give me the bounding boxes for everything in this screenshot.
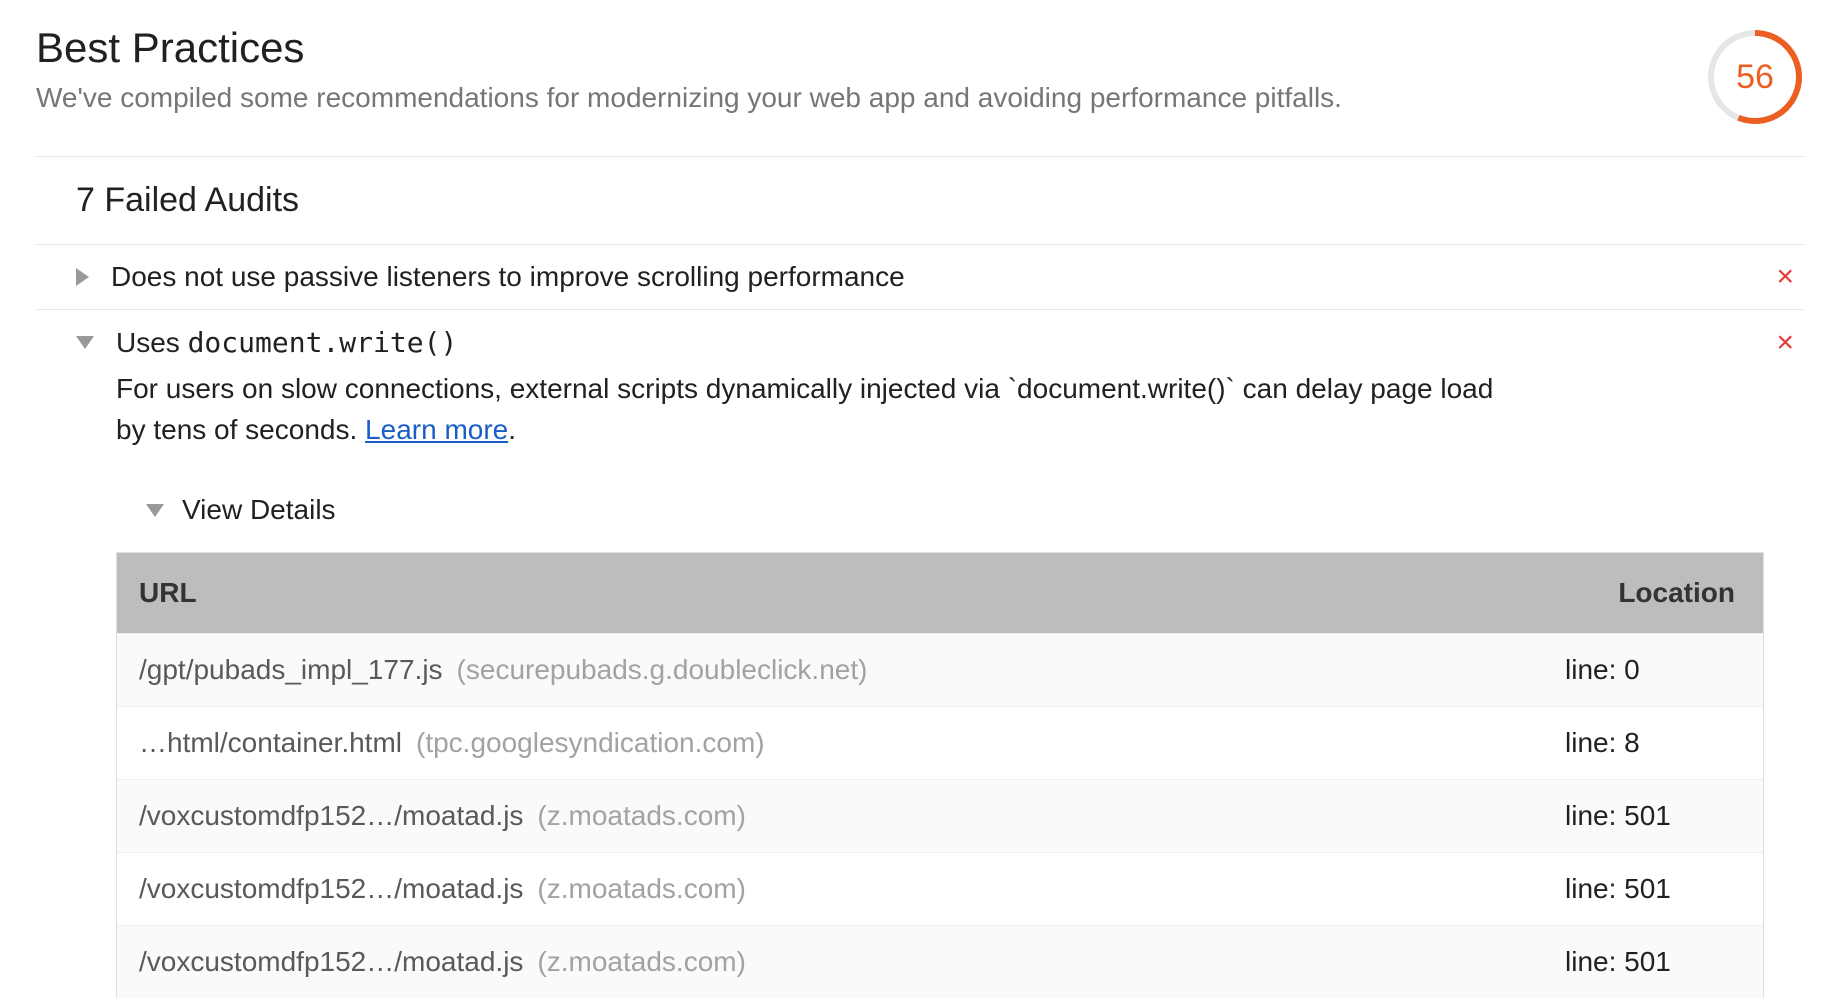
category-title: Best Practices <box>36 24 1666 72</box>
category-subtitle: We've compiled some recommendations for … <box>36 78 1666 117</box>
location-value: line: 501 <box>1565 946 1671 978</box>
chevron-right-icon <box>76 268 89 286</box>
audit-title: Does not use passive listeners to improv… <box>111 261 1776 293</box>
url-host: (z.moatads.com) <box>537 800 746 832</box>
failed-audits-heading: 7 Failed Audits <box>36 157 1804 245</box>
table-row: /voxcustomdfp152…/moatad.js (z.moatads.co… <box>117 925 1763 998</box>
fail-icon: × <box>1776 262 1804 292</box>
url-path: /voxcustomdfp152…/moatad.js <box>139 800 523 832</box>
audit-item: Uses document.write() × For users on slo… <box>36 310 1804 998</box>
table-header-row: URL Location <box>117 553 1763 633</box>
details-table: URL Location /gpt/pubads_impl_177.js (sec… <box>116 552 1764 998</box>
location-value: line: 501 <box>1565 800 1671 832</box>
column-header-url: URL <box>117 553 1543 633</box>
table-row: /voxcustomdfp152…/moatad.js (z.moatads.co… <box>117 852 1763 925</box>
url-path: /gpt/pubads_impl_177.js <box>139 654 443 686</box>
audit-title: Uses document.write() <box>116 326 1776 359</box>
url-path: /voxcustomdfp152…/moatad.js <box>139 946 523 978</box>
fail-icon: × <box>1776 328 1804 358</box>
audit-toggle[interactable]: Uses document.write() × <box>36 310 1804 375</box>
url-path: /voxcustomdfp152…/moatad.js <box>139 873 523 905</box>
score-value: 56 <box>1706 28 1804 126</box>
learn-more-link[interactable]: Learn more <box>365 414 508 445</box>
chevron-down-icon <box>146 504 164 517</box>
url-host: (tpc.googlesyndication.com) <box>416 727 765 759</box>
table-row: /gpt/pubads_impl_177.js (securepubads.g.d… <box>117 633 1763 706</box>
audit-description: For users on slow connections, external … <box>116 369 1516 450</box>
audit-toggle[interactable]: Does not use passive listeners to improv… <box>36 245 1804 309</box>
location-value: line: 8 <box>1565 727 1640 759</box>
table-row: …html/container.html (tpc.googlesyndicati… <box>117 706 1763 779</box>
table-row: /voxcustomdfp152…/moatad.js (z.moatads.co… <box>117 779 1763 852</box>
url-path: …html/container.html <box>139 727 402 759</box>
chevron-down-icon <box>76 336 94 349</box>
location-value: line: 501 <box>1565 873 1671 905</box>
category-header: Best Practices We've compiled some recom… <box>36 24 1804 157</box>
url-host: (z.moatads.com) <box>537 873 746 905</box>
url-host: (securepubads.g.doubleclick.net) <box>457 654 868 686</box>
column-header-location: Location <box>1543 553 1763 633</box>
score-gauge: 56 <box>1706 28 1804 126</box>
view-details-toggle[interactable]: View Details <box>116 474 1764 552</box>
location-value: line: 0 <box>1565 654 1640 686</box>
audit-item: Does not use passive listeners to improv… <box>36 245 1804 310</box>
url-host: (z.moatads.com) <box>537 946 746 978</box>
